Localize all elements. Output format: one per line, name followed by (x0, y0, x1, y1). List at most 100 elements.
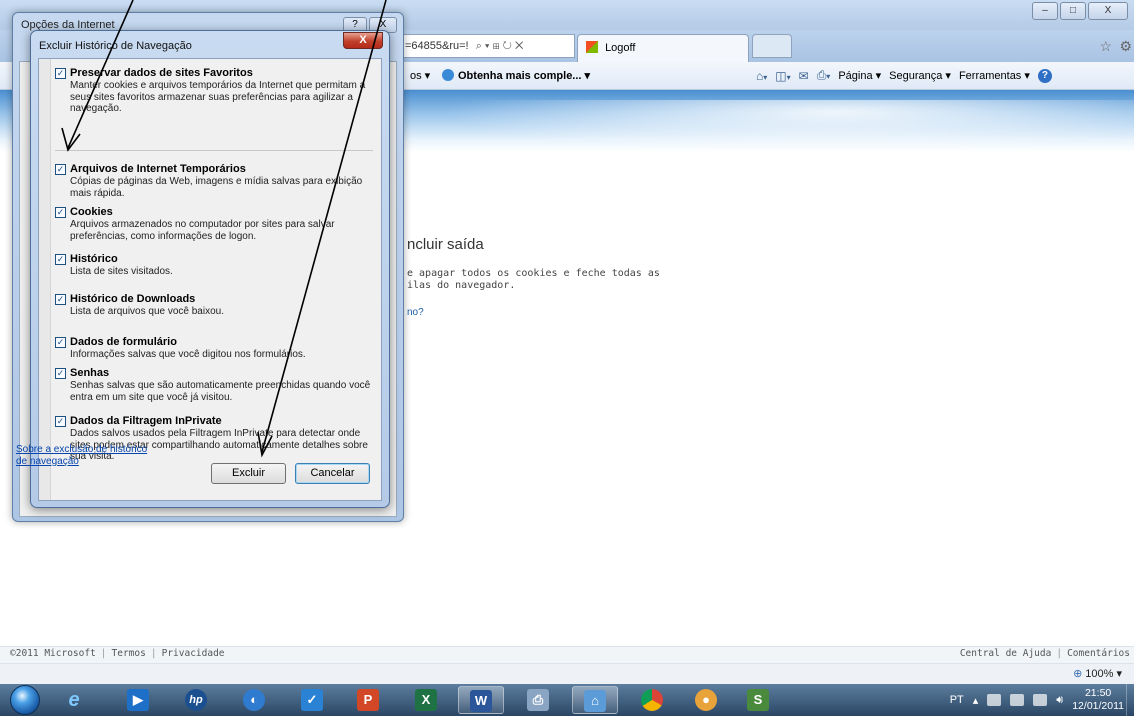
address-text: =64855&ru=! (405, 40, 469, 52)
checkbox[interactable]: ✓ (55, 163, 66, 175)
option-description: Cópias de páginas da Web, imagens e mídi… (70, 176, 363, 199)
security-menu[interactable]: Segurança ▾ (889, 69, 951, 82)
taskbar-app-5[interactable]: ✓ (290, 686, 336, 714)
power-icon[interactable] (1010, 694, 1025, 706)
dialog-title: Excluir Histórico de Navegação (39, 40, 192, 52)
tools-menu[interactable]: Ferramentas ▾ (959, 69, 1030, 82)
page-instructions: e apagar todos os cookies e feche todas … (407, 268, 667, 292)
language-indicator[interactable]: PT (950, 694, 964, 706)
option-label: Dados de formulário (70, 336, 177, 348)
system-tray: PT ▴ 🔊︎ 21:50 12/01/2011 (950, 684, 1124, 716)
new-tab-button[interactable] (752, 34, 792, 58)
help-center-link[interactable]: Central de Ajuda (960, 648, 1052, 659)
print-icon[interactable]: ⎙▾ (817, 68, 831, 83)
checkbox[interactable]: ✓ (55, 367, 66, 379)
address-bar[interactable]: =64855&ru=! ⌕ ▾ ⊞ ↻ ✕ (400, 34, 575, 58)
feeds-icon[interactable]: ◫▾ (775, 69, 790, 83)
option-label: Dados da Filtragem InPrivate (70, 415, 222, 427)
volume-icon[interactable]: 🔊︎ (1056, 694, 1063, 707)
taskbar-app-powerpoint[interactable]: P (346, 686, 392, 714)
terms-link[interactable]: Termos (112, 648, 146, 659)
checkbox[interactable]: ✓ (55, 206, 66, 218)
hp-icon: hp (185, 689, 207, 711)
copyright-text: ©2011 Microsoft (10, 648, 96, 659)
maximize-button[interactable]: □ (1060, 2, 1086, 20)
taskbar-app-media[interactable]: ▶ (116, 686, 162, 714)
minimize-button[interactable]: – (1032, 2, 1058, 20)
scanner-icon: ⎙ (527, 689, 549, 711)
option-preserve-favorites: ✓ Preservar dados de sites Favoritos Mant… (55, 67, 375, 115)
window-controls: – □ X (1032, 2, 1128, 20)
privacy-link[interactable]: Privacidade (162, 648, 225, 659)
taskbar-app-4[interactable]: ◐ (232, 686, 278, 714)
clock-time: 21:50 (1084, 687, 1112, 699)
option-description: Manter cookies e arquivos temporários da… (70, 80, 366, 114)
about-deletion-link[interactable]: Sobre a exclusão de histórico de navegaç… (16, 444, 156, 468)
option-description: Senhas salvas que são automaticamente pr… (70, 380, 371, 403)
favorites-star-icon[interactable]: ☆ (1099, 38, 1112, 55)
address-controls-icon[interactable]: ⌕ ▾ ⊞ ↻ ✕ (476, 40, 524, 52)
footer-left-links: ©2011 Microsoft | Termos | Privacidade (10, 648, 225, 659)
cancel-button[interactable]: Cancelar (295, 463, 370, 484)
checkbox[interactable]: ✓ (55, 293, 66, 305)
close-window-button[interactable]: X (1088, 2, 1128, 20)
mail-icon[interactable]: ✉ (799, 69, 809, 83)
delete-button[interactable]: Excluir (211, 463, 286, 484)
clock[interactable]: 21:50 12/01/2011 (1072, 687, 1124, 713)
option-description: Arquivos armazenados no computador por s… (70, 219, 335, 242)
app-icon: S (747, 689, 769, 711)
scrollbar[interactable] (39, 59, 51, 500)
start-button[interactable] (10, 685, 40, 715)
page-heading: ncluir saída (407, 236, 484, 253)
tray-expand-icon[interactable]: ▴ (973, 694, 979, 707)
msn-icon (586, 41, 598, 53)
tab-title: Logoff (605, 42, 636, 54)
option-temp-files: ✓ Arquivos de Internet Temporários Cópias… (55, 163, 375, 199)
tools-gear-icon[interactable]: ⚙ (1119, 38, 1132, 55)
taskbar-app-13[interactable]: S (736, 686, 782, 714)
checkbox[interactable]: ✓ (55, 253, 66, 265)
media-player-icon: ▶ (127, 689, 149, 711)
checkbox[interactable]: ✓ (55, 415, 66, 427)
ie-icon: e (68, 689, 80, 711)
option-cookies: ✓ Cookies Arquivos armazenados no computa… (55, 206, 375, 242)
option-label: Preservar dados de sites Favoritos (70, 67, 253, 79)
tab-logoff[interactable]: Logoff (577, 34, 749, 62)
taskbar-app-scanner[interactable]: ⎙ (516, 686, 562, 714)
taskbar-app-chrome[interactable] (630, 686, 676, 714)
flag-icon[interactable] (987, 694, 1002, 706)
option-history: ✓ Histórico Lista de sites visitados. (55, 253, 375, 278)
taskbar-app-home[interactable]: ⌂ (572, 686, 618, 714)
page-help-link[interactable]: no? (407, 307, 424, 318)
option-download-history: ✓ Histórico de Downloads Lista de arquivo… (55, 293, 375, 318)
taskbar-app-excel[interactable]: X (404, 686, 450, 714)
option-label: Histórico (70, 253, 118, 265)
option-label: Cookies (70, 206, 113, 218)
network-icon[interactable] (1033, 694, 1048, 706)
zoom-level: 100% (1085, 668, 1114, 680)
checkbox[interactable]: ✓ (55, 336, 66, 348)
command-tools: ⌂▾ ◫▾ ✉ ⎙▾ Página ▾ Segurança ▾ Ferramen… (756, 68, 1052, 83)
zoom-icon: ⊕ (1073, 668, 1083, 680)
favorites-item-label: Obtenha mais comple... ▾ (458, 70, 591, 82)
feedback-link[interactable]: Comentários (1067, 648, 1130, 659)
close-button[interactable]: X (343, 32, 383, 49)
favorites-bar-item[interactable]: os ▾ (410, 69, 430, 82)
clock-date: 12/01/2011 (1072, 700, 1124, 712)
taskbar-app-hp[interactable]: hp (174, 686, 220, 714)
powerpoint-icon: P (357, 689, 379, 711)
page-menu[interactable]: Página ▾ (838, 69, 881, 82)
checkbox[interactable]: ✓ (55, 67, 66, 79)
zoom-control[interactable]: ⊕ 100% ▾ (1073, 667, 1122, 680)
footer-right-links: Central de Ajuda | Comentários (959, 648, 1130, 659)
home-icon[interactable]: ⌂▾ (756, 69, 767, 83)
taskbar-app-word[interactable]: W (458, 686, 504, 714)
taskbar-app-12[interactable]: ● (684, 686, 730, 714)
help-icon[interactable]: ? (1037, 68, 1052, 83)
taskbar-app-ie[interactable]: e (52, 686, 98, 714)
option-label: Histórico de Downloads (70, 293, 196, 305)
page-text-line: e apagar todos os cookies e feche todas … (407, 268, 660, 279)
show-desktop-button[interactable] (1126, 684, 1134, 716)
favorites-bar-item-obtenha[interactable]: Obtenha mais comple... ▾ (442, 69, 590, 82)
dialog-body: ✓ Preservar dados de sites Favoritos Mant… (38, 58, 382, 501)
